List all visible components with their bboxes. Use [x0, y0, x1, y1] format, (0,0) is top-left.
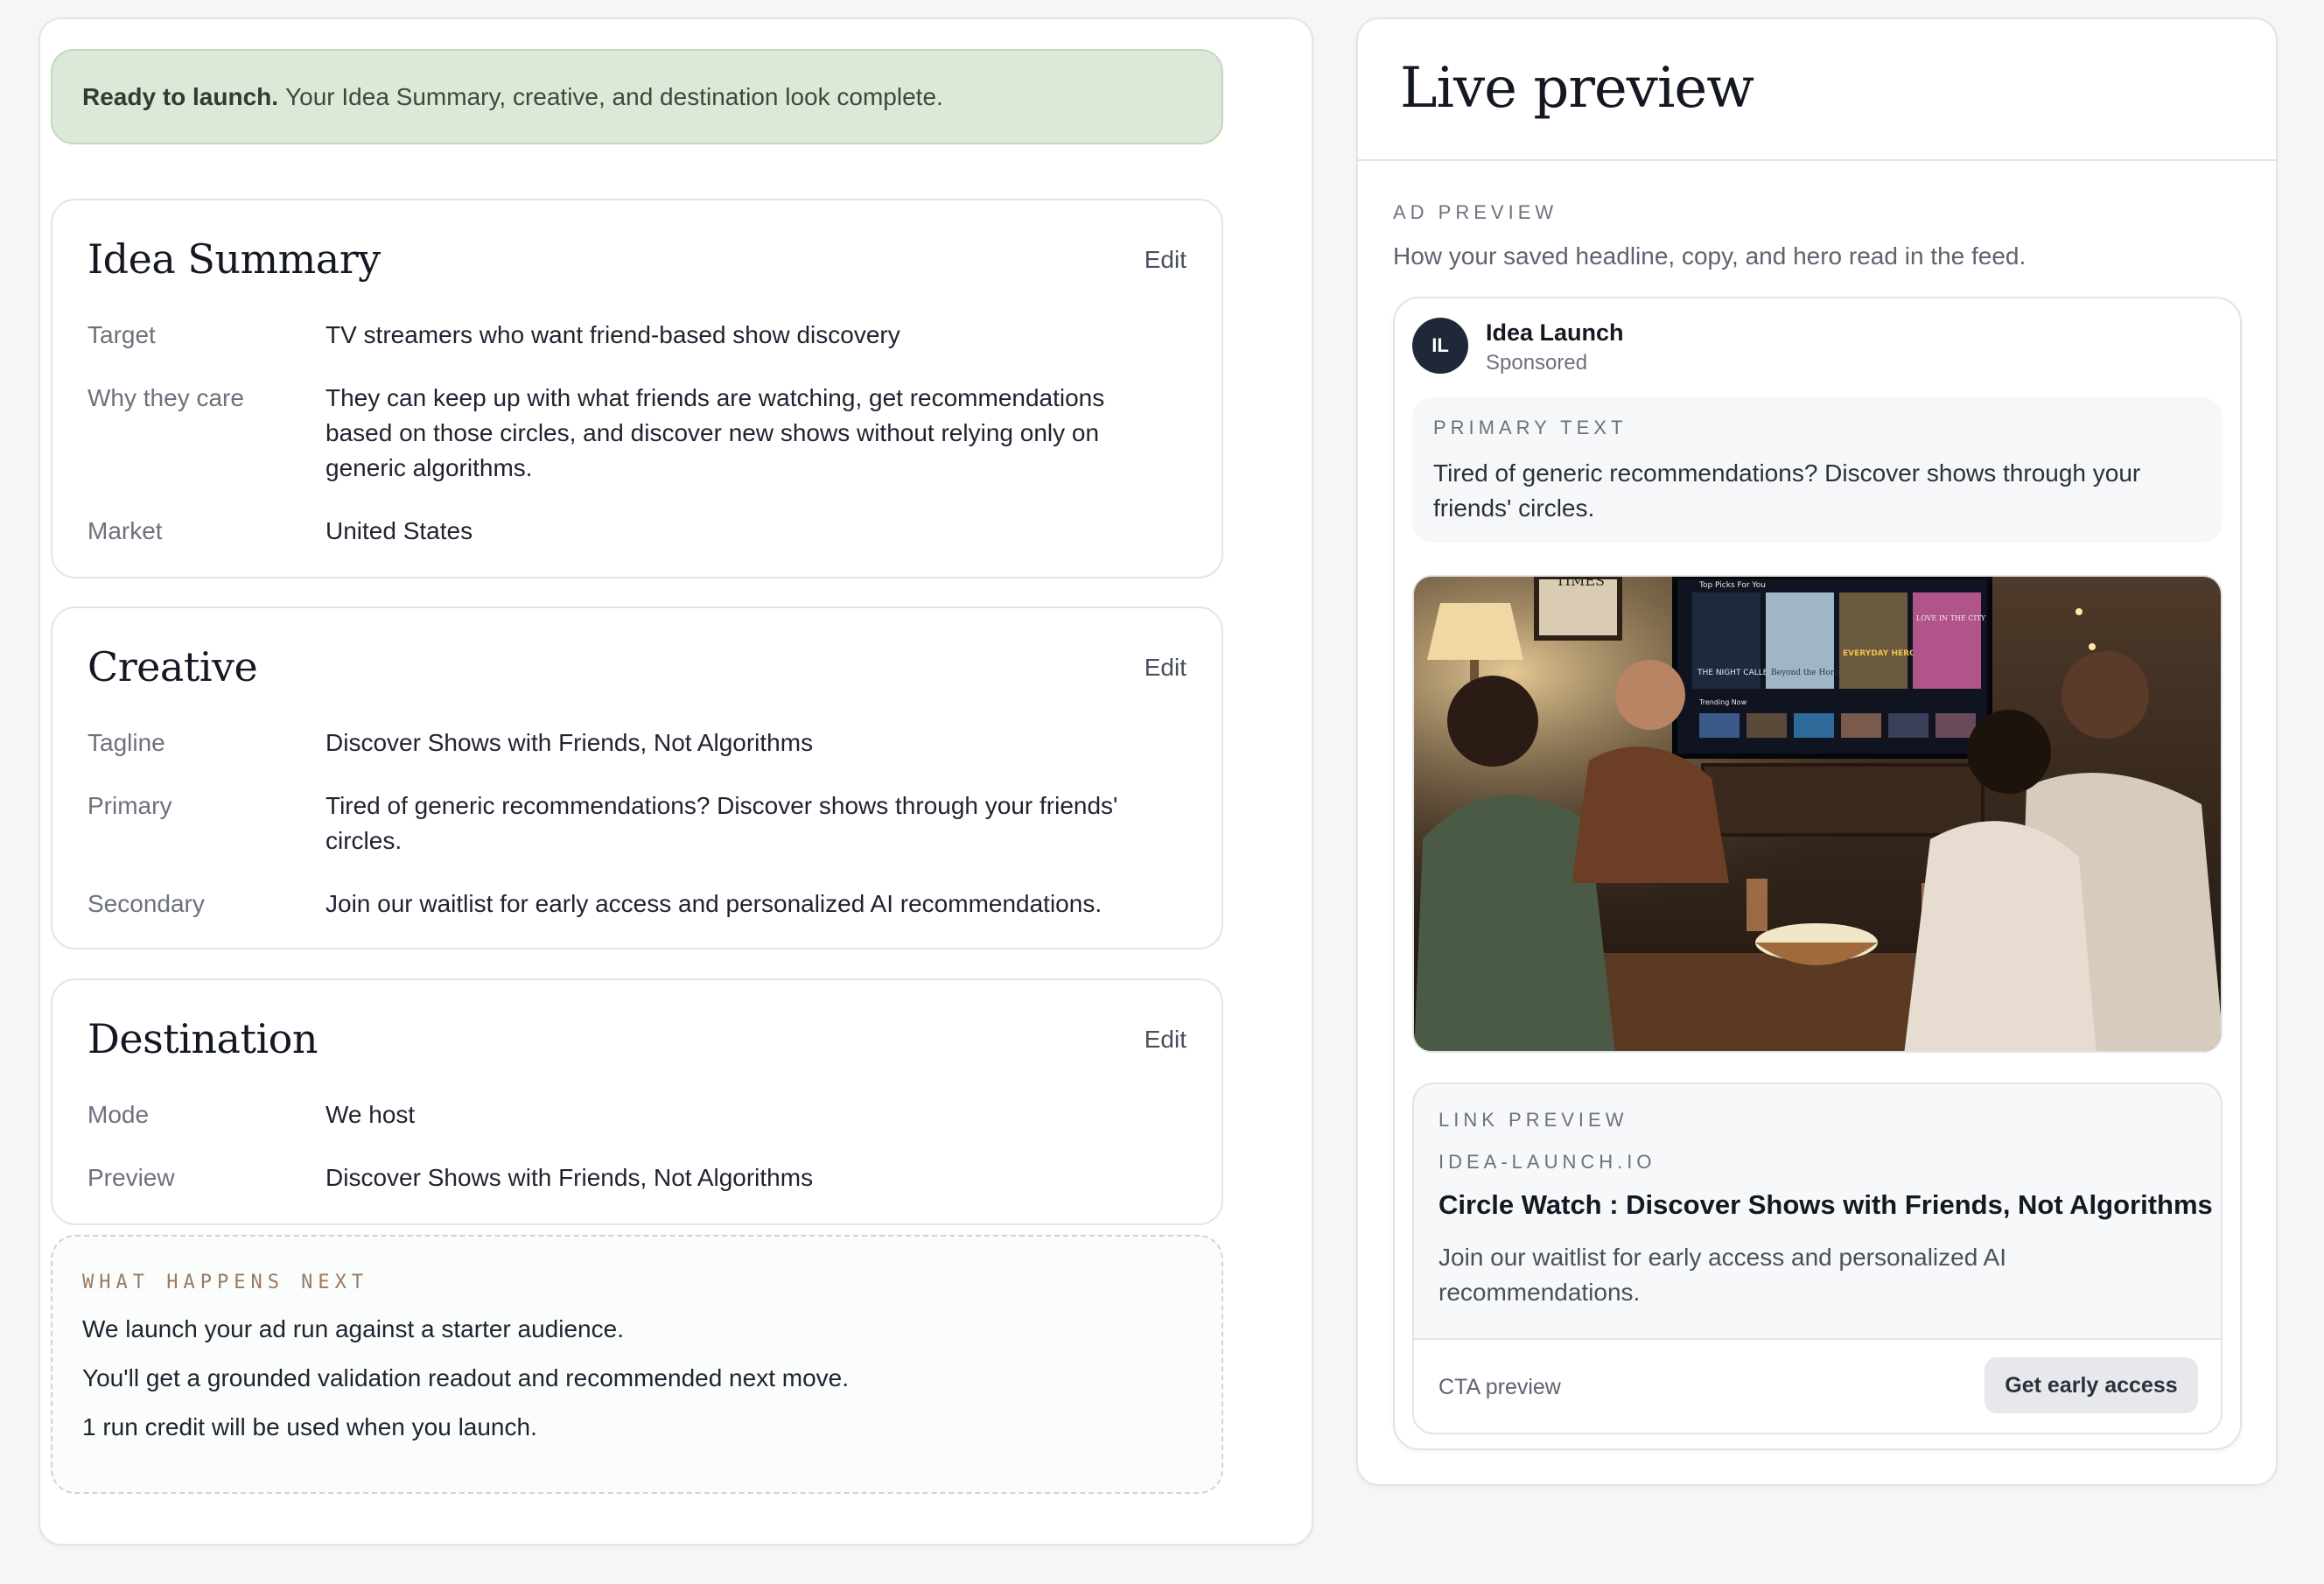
idea-summary-edit-button[interactable]: Edit	[1144, 246, 1186, 274]
poster-1-title: THE NIGHT CALLER	[1697, 669, 1774, 677]
link-preview-label: LINK PREVIEW	[1438, 1109, 1628, 1131]
what-happens-next-box: WHAT HAPPENS NEXT We launch your ad run …	[51, 1235, 1223, 1494]
row-label: Why they care	[88, 384, 244, 411]
idea-summary-card: Idea Summary Edit Target TV streamers wh…	[51, 199, 1223, 578]
next-line: 1 run credit will be used when you launc…	[82, 1413, 537, 1440]
thumb	[1888, 713, 1928, 738]
tv-cabinet	[1701, 763, 1984, 837]
row-label: Preview	[88, 1164, 175, 1191]
next-title: WHAT HAPPENS NEXT	[82, 1272, 369, 1293]
live-preview-panel: Live preview AD PREVIEW How your saved h…	[1356, 18, 2278, 1486]
light-bulb	[2089, 643, 2096, 650]
cta-preview-label: CTA preview	[1438, 1375, 1561, 1399]
next-line: We launch your ad run against a starter …	[82, 1315, 624, 1342]
creative-title: Creative	[88, 643, 258, 690]
idea-summary-title: Idea Summary	[88, 235, 381, 283]
link-headline: Circle Watch : Discover Shows with Frien…	[1438, 1189, 2213, 1220]
link-preview-box[interactable]: LINK PREVIEW IDEA-LAUNCH.IO Circle Watch…	[1412, 1083, 2222, 1434]
row-label: Tagline	[88, 729, 165, 756]
wall-sign-text: TIMES	[1556, 577, 1605, 589]
divider	[1358, 159, 2276, 161]
link-description: Join our waitlist for early access and p…	[1438, 1244, 2006, 1306]
poster-4	[1913, 592, 1981, 689]
person-3-body	[1904, 821, 2096, 1051]
get-early-access-button[interactable]: Get early access	[1984, 1357, 2198, 1413]
person-3-hair	[1967, 710, 2051, 794]
thumb	[1746, 713, 1787, 738]
banner-bold: Ready to launch.	[82, 82, 279, 110]
glass	[1746, 879, 1768, 931]
row-label: Market	[88, 517, 163, 544]
row-value: They can keep up with what friends are w…	[326, 384, 1105, 481]
row-value: TV streamers who want friend-based show …	[326, 321, 900, 348]
banner-text: Your Idea Summary, creative, and destina…	[285, 82, 943, 110]
row-label: Target	[88, 321, 156, 348]
hero-image: TIMES Top Picks For You THE NIGHT CALLER…	[1412, 575, 2222, 1053]
tv-row-title: Top Picks For You	[1698, 581, 1766, 590]
primary-text: Tired of generic recommendations? Discov…	[1433, 459, 2141, 522]
thumb	[1841, 713, 1881, 738]
account-name: Idea Launch	[1486, 319, 1624, 346]
row-value: We host	[326, 1101, 416, 1128]
row-value: Tired of generic recommendations? Discov…	[326, 792, 1118, 854]
tv-trending-label: Trending Now	[1698, 698, 1747, 706]
person-2-head	[1615, 660, 1685, 730]
row-value: Join our waitlist for early access and p…	[326, 890, 1102, 917]
poster-4-title: LOVE IN THE CITY	[1916, 614, 1986, 622]
thumb	[1936, 713, 1976, 738]
destination-title: Destination	[88, 1015, 318, 1062]
row-value: United States	[326, 517, 473, 544]
row-label: Primary	[88, 792, 172, 819]
next-line: You'll get a grounded validation readout…	[82, 1364, 850, 1391]
destination-card: Destination Edit Mode We host Preview Di…	[51, 978, 1223, 1225]
row-value: Discover Shows with Friends, Not Algorit…	[326, 1164, 814, 1191]
row-value: Discover Shows with Friends, Not Algorit…	[326, 729, 814, 756]
link-domain: IDEA-LAUNCH.IO	[1438, 1151, 1656, 1173]
destination-edit-button[interactable]: Edit	[1144, 1026, 1186, 1054]
primary-text-box: PRIMARY TEXT Tired of generic recommenda…	[1412, 397, 2222, 543]
ad-preview-eyebrow: AD PREVIEW	[1393, 201, 1558, 223]
lamp-shade	[1427, 603, 1523, 660]
person-4-head	[2062, 651, 2149, 739]
row-label: Secondary	[88, 890, 205, 917]
avatar: IL	[1412, 318, 1468, 374]
row-label: Mode	[88, 1101, 150, 1128]
poster-3	[1839, 592, 1908, 689]
thumb	[1794, 713, 1834, 738]
ad-card: IL Idea Launch Sponsored PRIMARY TEXT Ti…	[1393, 297, 2242, 1450]
ad-preview-subtitle: How your saved headline, copy, and hero …	[1393, 242, 2026, 270]
cta-footer: CTA preview Get early access	[1414, 1338, 2221, 1433]
person-1-hair	[1447, 676, 1538, 767]
hero-illustration: TIMES Top Picks For You THE NIGHT CALLER…	[1414, 577, 2221, 1051]
thumb	[1699, 713, 1740, 738]
poster-2-title: Beyond the Horizon	[1771, 669, 1851, 677]
creative-edit-button[interactable]: Edit	[1144, 654, 1186, 682]
ready-banner: Ready to launch. Your Idea Summary, crea…	[51, 49, 1223, 144]
primary-text-label: PRIMARY TEXT	[1433, 417, 1628, 438]
live-preview-title: Live preview	[1400, 56, 1754, 121]
sponsored-label: Sponsored	[1486, 351, 1588, 375]
light-bulb	[2076, 608, 2082, 615]
creative-card: Creative Edit Tagline Discover Shows wit…	[51, 606, 1223, 950]
